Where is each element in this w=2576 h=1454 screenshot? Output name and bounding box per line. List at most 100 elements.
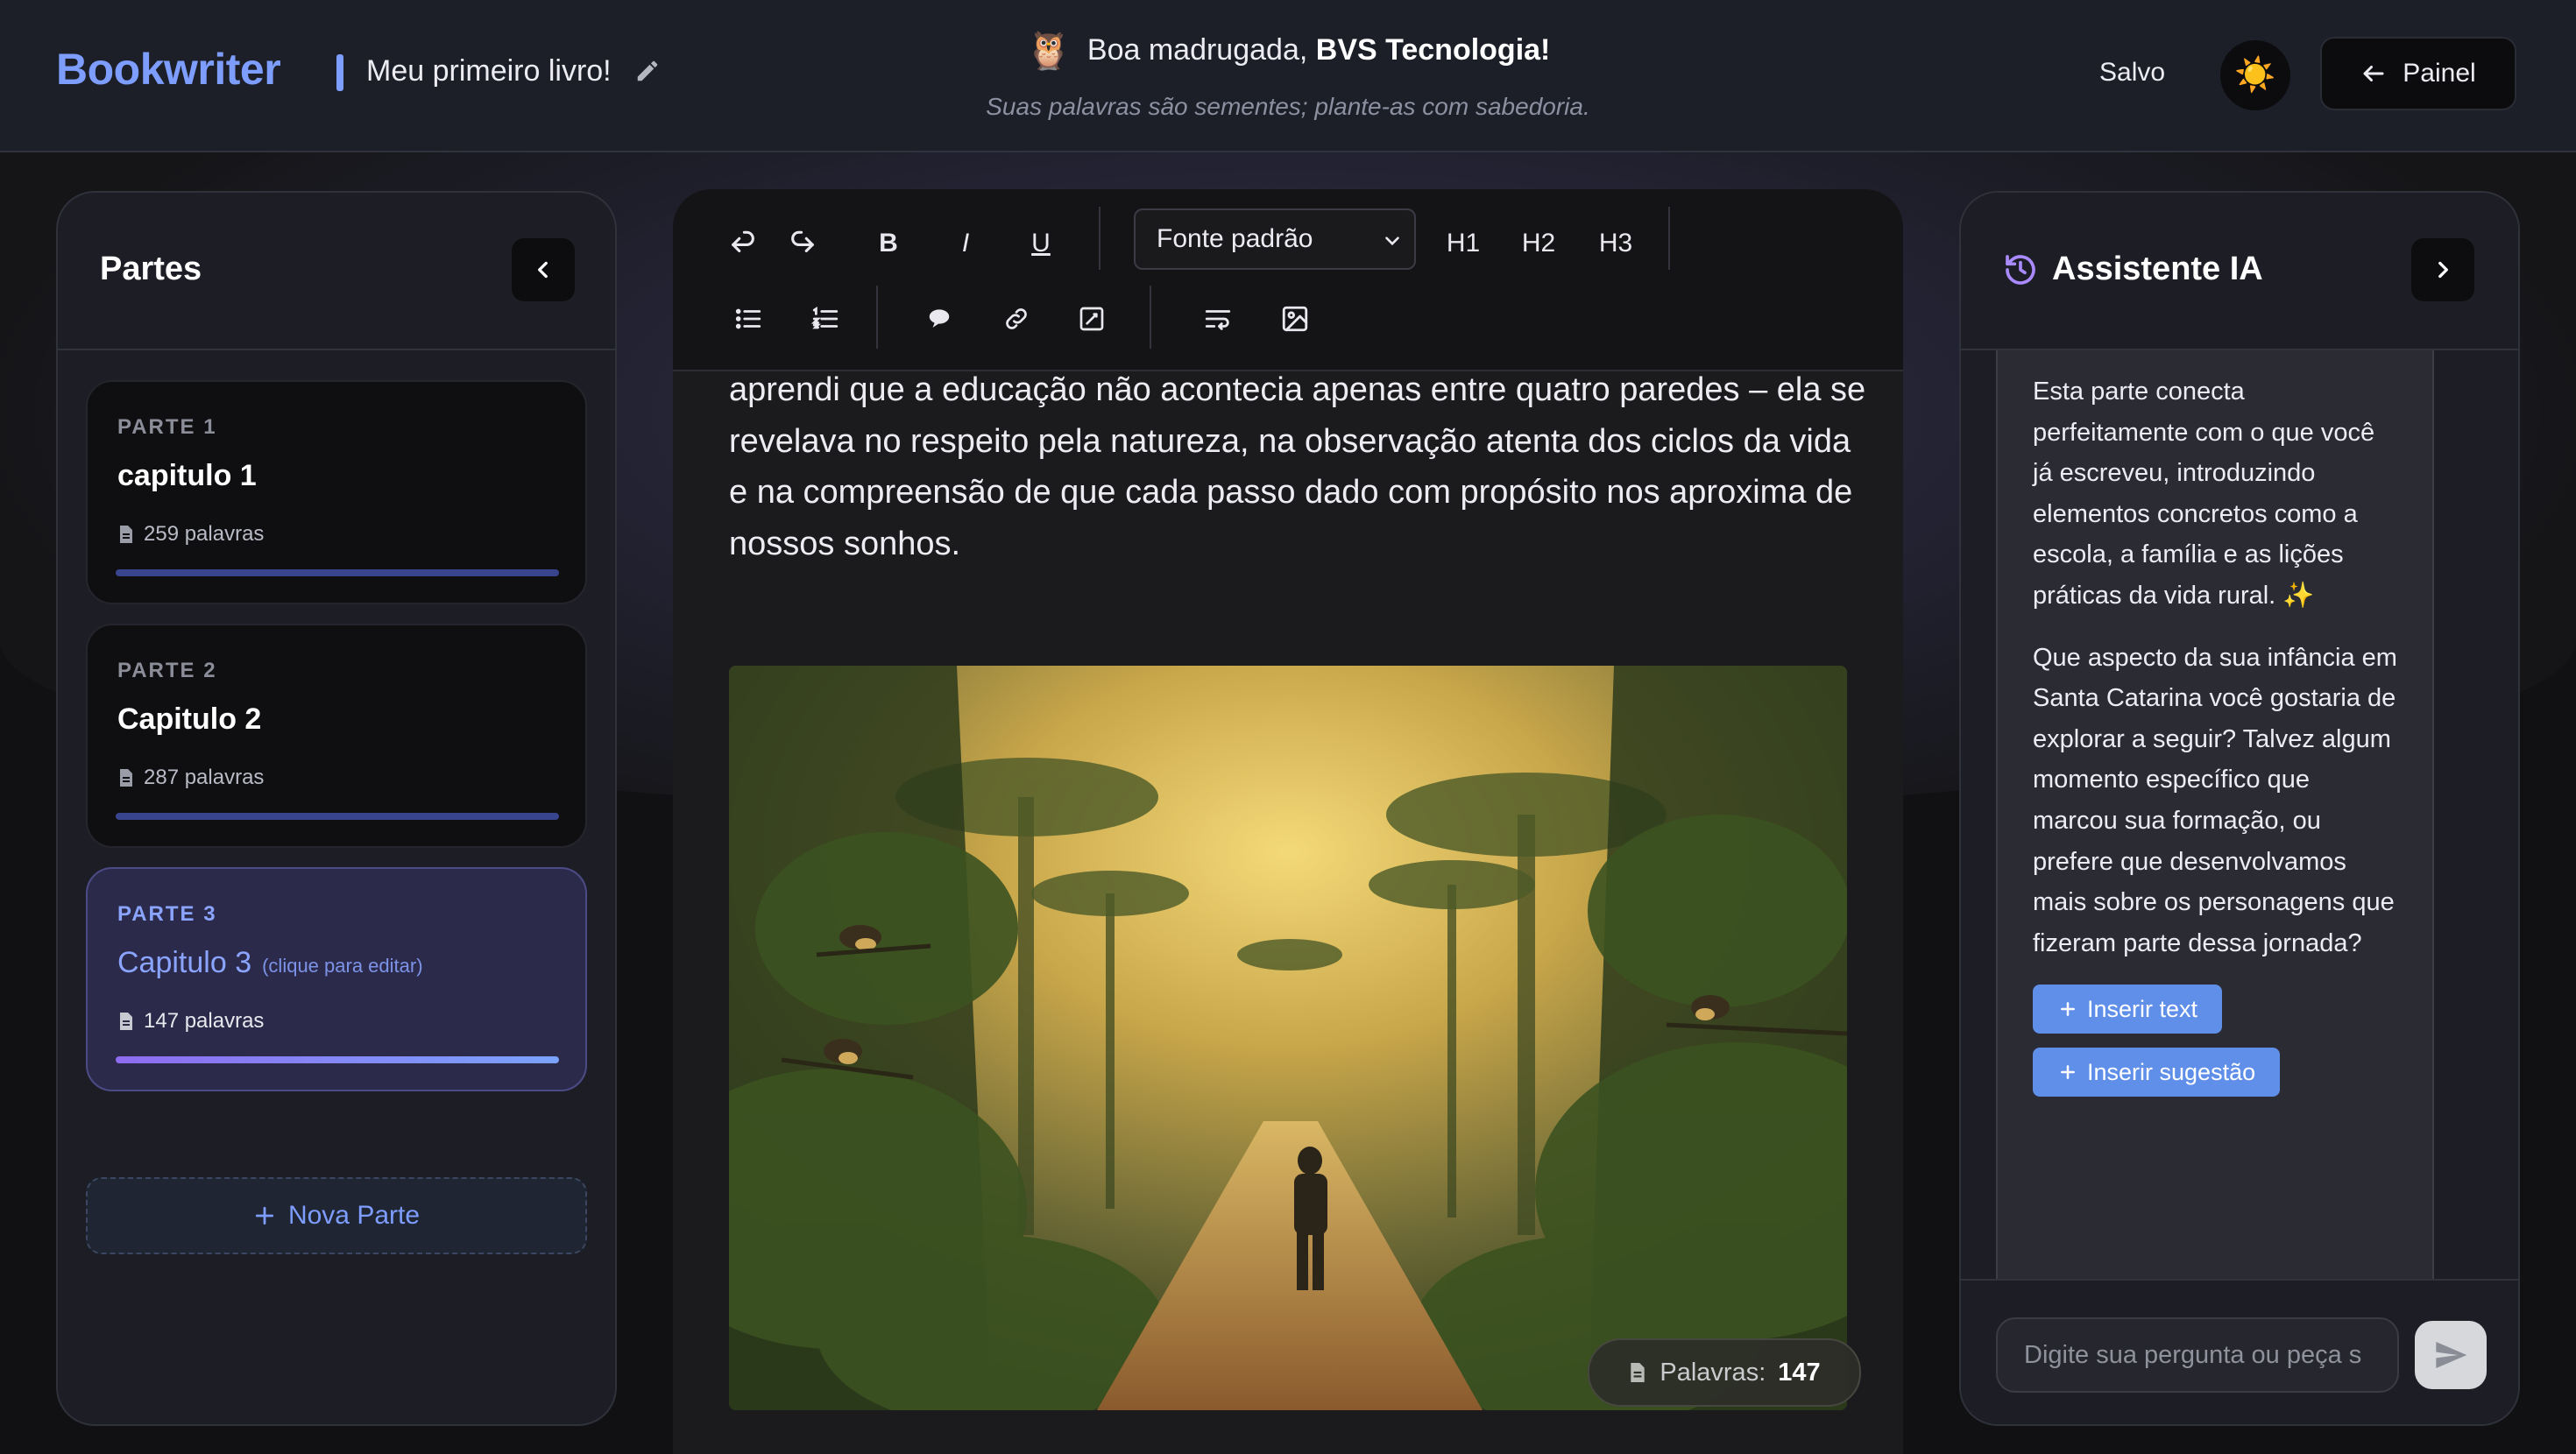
part-word-count: 287 palavras	[117, 766, 264, 790]
insert-suggestion-button[interactable]: Inserir sugestão	[2033, 1048, 2281, 1098]
quote-button[interactable]	[918, 298, 960, 340]
part-progress-bar	[116, 1056, 559, 1063]
link-icon	[1006, 308, 1027, 329]
editor-panel: B I U Fonte padrão H1 H2 H3 aprendi que …	[673, 189, 1903, 1454]
assistant-panel: Esta parte conecta perfeitamente com o q…	[1959, 191, 2520, 1426]
heading-2-button[interactable]: H2	[1512, 219, 1565, 268]
word-count-badge: Palavras: 147	[1588, 1338, 1861, 1407]
send-icon	[2436, 1342, 2467, 1368]
part-label: PARTE 1	[117, 415, 217, 439]
parts-title: Partes	[100, 251, 202, 287]
assistant-header: Assistente IA	[1961, 193, 2518, 350]
arrow-left-icon	[2363, 66, 2384, 81]
greeting-user-name: BVS Tecnologia!	[1315, 33, 1551, 67]
history-icon	[2006, 255, 2035, 285]
redo-icon	[791, 230, 814, 253]
collapse-sidebar-button[interactable]	[512, 238, 575, 301]
part-words: 287 palavras	[144, 766, 265, 789]
collapse-assistant-button[interactable]	[2411, 238, 2474, 301]
part-words: 259 palavras	[144, 522, 265, 546]
assistant-message-paragraph: Que aspecto da sua infância em Santa Cat…	[2033, 643, 2397, 957]
part-label: PARTE 2	[117, 659, 217, 682]
part-name-text: Capitulo 3	[117, 946, 252, 979]
assistant-title: Assistente IA	[2052, 251, 2263, 287]
part-name: Capitulo 2	[117, 702, 262, 736]
toolbar-divider	[1099, 207, 1100, 270]
bullet-list-button[interactable]	[727, 298, 769, 340]
part-progress-bar	[116, 813, 559, 820]
image-icon	[1282, 306, 1308, 332]
part-progress-bar	[116, 569, 559, 576]
part-card-2[interactable]: PARTE 2 Capitulo 2 287 palavras	[86, 624, 587, 848]
insert-text-button[interactable]: Inserir text	[2033, 985, 2223, 1034]
save-status: Salvo	[2099, 58, 2166, 87]
word-count-value: 147	[1778, 1358, 1821, 1387]
font-family-select[interactable]: Fonte padrão	[1134, 208, 1416, 270]
heading-1-button[interactable]: H1	[1437, 219, 1490, 268]
toolbar-divider	[876, 286, 878, 349]
parts-sidebar: Partes PARTE 1 capitulo 1 259 palavras P…	[56, 191, 617, 1426]
part-words: 147 palavras	[144, 1009, 265, 1033]
insert-image-button[interactable]	[1274, 298, 1316, 340]
document-icon	[1631, 1363, 1645, 1382]
image-placeholder-button[interactable]	[1071, 298, 1113, 340]
assistant-composer	[1961, 1279, 2518, 1424]
parts-header: Partes	[58, 193, 615, 350]
document-icon	[120, 526, 132, 543]
new-part-button[interactable]: Nova Parte	[86, 1177, 587, 1254]
text-wrap-icon	[1205, 310, 1231, 330]
part-label: PARTE 3	[117, 902, 217, 926]
toolbar-divider	[1668, 207, 1670, 270]
text-wrap-button[interactable]	[1197, 298, 1239, 340]
bullet-list-icon	[735, 308, 761, 329]
plus-icon	[255, 1206, 274, 1225]
undo-icon	[732, 230, 754, 253]
insert-text-label: Inserir text	[2087, 996, 2198, 1023]
bold-button[interactable]: B	[867, 219, 909, 268]
undo-button[interactable]	[722, 222, 764, 265]
plus-icon	[2061, 1002, 2075, 1017]
insert-suggestion-label: Inserir sugestão	[2087, 1059, 2256, 1086]
chevron-right-icon	[2438, 261, 2448, 279]
greeting-prefix: Boa madrugada,	[1086, 33, 1308, 67]
image-edit-icon	[1079, 307, 1104, 331]
assistant-question-input[interactable]	[1996, 1317, 2399, 1393]
word-count-label: Palavras:	[1660, 1358, 1766, 1387]
numbered-list-button[interactable]	[804, 298, 846, 340]
chevron-left-icon	[538, 261, 548, 279]
chevron-down-icon	[1385, 236, 1399, 246]
speech-bubble-icon	[929, 309, 950, 328]
panel-button[interactable]: Painel	[2320, 37, 2516, 110]
top-header: Bookwriter Meu primeiro livro! 🦉 Boa madr…	[0, 0, 2576, 152]
theme-toggle-button[interactable]: ☀️	[2220, 40, 2290, 110]
redo-button[interactable]	[782, 222, 824, 265]
assistant-message: Esta parte conecta perfeitamente com o q…	[1996, 345, 2434, 1379]
document-icon	[120, 1013, 132, 1030]
motto: Suas palavras são sementes; plante-as co…	[986, 93, 1590, 120]
italic-button[interactable]: I	[945, 219, 987, 268]
edit-hint: (clique para editar)	[262, 955, 423, 977]
toolbar-divider	[1150, 286, 1151, 349]
sun-icon: ☀️	[2234, 57, 2276, 94]
plus-icon	[2061, 1065, 2075, 1080]
part-name: capitulo 1	[117, 459, 257, 492]
part-card-3-active[interactable]: PARTE 3 Capitulo 3 (clique para editar) 1…	[86, 867, 587, 1091]
owl-icon: 🦉	[1025, 30, 1072, 71]
send-button[interactable]	[2415, 1321, 2487, 1389]
part-card-1[interactable]: PARTE 1 capitulo 1 259 palavras	[86, 380, 587, 604]
numbered-list-icon	[810, 307, 839, 329]
part-word-count: 147 palavras	[117, 1009, 264, 1034]
heading-3-button[interactable]: H3	[1589, 219, 1642, 268]
assistant-message-paragraph: Esta parte conecta perfeitamente com o q…	[2033, 378, 2375, 610]
link-button[interactable]	[995, 298, 1037, 340]
underline-button[interactable]: U	[1020, 219, 1062, 268]
panel-button-label: Painel	[2403, 59, 2476, 88]
document-icon	[120, 769, 132, 787]
editor-text[interactable]: aprendi que a educação não acontecia ape…	[729, 364, 1868, 569]
part-word-count: 259 palavras	[117, 522, 264, 547]
greeting: 🦉 Boa madrugada, BVS Tecnologia!	[0, 30, 2576, 73]
editor-toolbar: B I U Fonte padrão H1 H2 H3	[673, 189, 1903, 371]
font-select-value: Fonte padrão	[1157, 224, 1313, 253]
forest-path-illustration[interactable]	[729, 666, 1847, 1410]
part-name[interactable]: Capitulo 3 (clique para editar)	[117, 946, 423, 980]
